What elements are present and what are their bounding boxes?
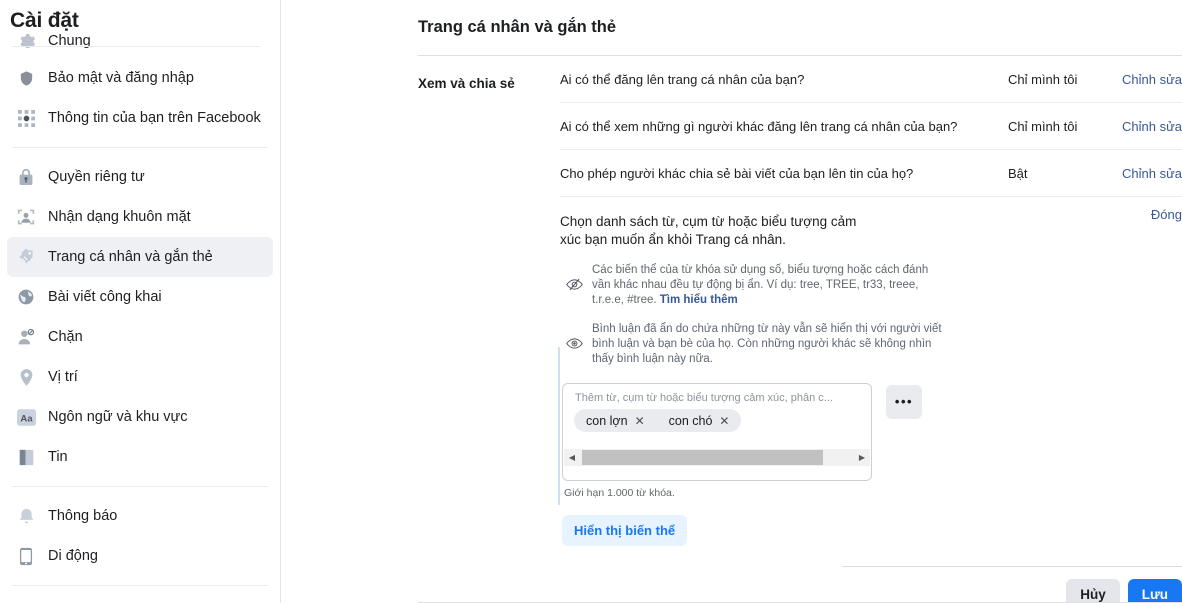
- row-question: Cho phép người khác chia sẻ bài viết của…: [560, 165, 914, 181]
- row-question: Ai có thể xem những gì người khác đăng l…: [560, 118, 958, 134]
- sidebar-divider: [12, 147, 268, 148]
- sidebar-item-label: Trang cá nhân và gắn thẻ: [48, 249, 213, 265]
- scroll-right-arrow[interactable]: ▶: [854, 449, 870, 466]
- sidebar-item-tin[interactable]: Tin: [7, 437, 273, 477]
- sidebar-item-label: Bài viết công khai: [48, 289, 162, 305]
- edit-link[interactable]: Chỉnh sửa: [1116, 119, 1182, 134]
- editor-body: Chọn danh sách từ, cụm từ hoặc biểu tượn…: [558, 197, 1182, 603]
- sidebar-item-label: Tin: [48, 449, 68, 465]
- sidebar-item-thong-bao[interactable]: Thông báo: [7, 496, 273, 536]
- sidebar-item-thong-tin-tren-facebook[interactable]: Thông tin của bạn trên Facebook: [7, 98, 273, 138]
- remove-tag-icon[interactable]: ✕: [635, 415, 645, 427]
- sidebar-item-ngon-ngu-va-khu-vuc[interactable]: Aa Ngôn ngữ và khu vực: [7, 397, 273, 437]
- sidebar-item-label: Thông tin của bạn trên Facebook: [48, 110, 261, 126]
- tag-chip: con lợn ✕: [580, 414, 651, 428]
- note-visibility: Bình luận đã ẩn do chứa những từ này vẫn…: [560, 322, 1182, 367]
- lock-icon: [15, 166, 37, 188]
- more-options-button[interactable]: •••: [886, 385, 922, 419]
- scrollbar-thumb[interactable]: [582, 450, 824, 465]
- section-label: Xem và chia sẻ: [418, 76, 515, 91]
- row-question: Ai có thể đăng lên trang cá nhân của bạn…: [560, 71, 805, 87]
- cancel-button[interactable]: Hủy: [1066, 579, 1120, 603]
- sidebar-divider: [12, 486, 268, 487]
- sidebar-item-label: Chặn: [48, 329, 83, 345]
- keyword-placeholder: Thêm từ, cụm từ hoặc biểu tượng cảm xúc,…: [575, 392, 833, 404]
- grid-dots-icon: [15, 107, 37, 129]
- table-row: Cho phép người khác chia sẻ bài viết của…: [560, 150, 1182, 197]
- mobile-phone-icon: [15, 545, 37, 567]
- editor-left-rail: [558, 347, 560, 505]
- sidebar-item-vi-tri[interactable]: Vị trí: [7, 357, 273, 397]
- sidebar-item-ung-dung-va-trang-web[interactable]: Ứng dụng và trang web: [7, 595, 273, 603]
- keyword-input-row: Thêm từ, cụm từ hoặc biểu tượng cảm xúc,…: [560, 383, 1182, 481]
- tag-icon: [15, 246, 37, 268]
- table-row: Ai có thể đăng lên trang cá nhân của bạn…: [560, 56, 1182, 103]
- note-variants: Các biến thể của từ khóa sử dụng số, biể…: [560, 263, 1182, 308]
- sidebar-item-trang-ca-nhan-va-gan-the[interactable]: Trang cá nhân và gắn thẻ: [7, 237, 273, 277]
- sidebar-item-label: Ngôn ngữ và khu vực: [48, 409, 188, 425]
- face-recognition-icon: [15, 206, 37, 228]
- tag-label: con chó: [668, 413, 713, 428]
- tag-label: con lợn: [586, 413, 628, 428]
- settings-section: Xem và chia sẻ Ai có thể đăng lên trang …: [418, 56, 1182, 603]
- sidebar-item-nhan-dang-khuon-mat[interactable]: Nhận dạng khuôn mặt: [7, 197, 273, 237]
- language-aa-icon: Aa: [15, 406, 37, 428]
- row-value: Bật: [1008, 165, 1028, 181]
- shield-icon: [15, 67, 37, 89]
- sidebar-title: Cài đặt: [10, 9, 79, 32]
- sidebar-item-label: Bảo mật và đăng nhập: [48, 70, 194, 86]
- scrollbar-track[interactable]: [580, 449, 854, 466]
- keyword-limit-text: Giới hạn 1.000 từ khóa.: [564, 487, 675, 499]
- editor-actions: Hủy Lưu: [560, 567, 1182, 603]
- sidebar-item-di-dong[interactable]: Di động: [7, 536, 273, 576]
- page-title: Trang cá nhân và gắn thẻ: [418, 18, 617, 36]
- editor-heading: Chọn danh sách từ, cụm từ hoặc biểu tượn…: [560, 214, 857, 247]
- sidebar-item-chung[interactable]: Chung: [7, 34, 273, 48]
- settings-page: Cài đặt Chung Bảo mật và đăng nhập Thông…: [0, 0, 1182, 603]
- sidebar-item-bai-viet-cong-khai[interactable]: Bài viết công khai: [7, 277, 273, 317]
- settings-rows: Ai có thể đăng lên trang cá nhân của bạn…: [558, 56, 1182, 603]
- sidebar-item-label: Di động: [48, 548, 98, 564]
- note-text: Các biến thể của từ khóa sử dụng số, biể…: [592, 263, 947, 308]
- table-row: Ai có thể xem những gì người khác đăng l…: [560, 103, 1182, 150]
- location-pin-icon: [15, 366, 37, 388]
- learn-more-link[interactable]: Tìm hiểu thêm: [660, 294, 738, 306]
- main-content: Trang cá nhân và gắn thẻ Xem và chia sẻ …: [281, 0, 1182, 603]
- tag-group: con lợn ✕ con chó ✕: [574, 409, 742, 432]
- block-user-icon: [15, 326, 37, 348]
- keyword-input-box[interactable]: Thêm từ, cụm từ hoặc biểu tượng cảm xúc,…: [562, 383, 872, 481]
- sidebar-item-chan[interactable]: Chặn: [7, 317, 273, 357]
- sidebar-item-label: Vị trí: [48, 369, 78, 385]
- sidebar-item-label: Thông báo: [48, 508, 118, 524]
- edit-link[interactable]: Chỉnh sửa: [1116, 72, 1182, 87]
- show-variants-button[interactable]: Hiển thị biến thể: [562, 515, 688, 546]
- scroll-left-arrow[interactable]: ◀: [564, 449, 580, 466]
- save-button[interactable]: Lưu: [1127, 579, 1182, 603]
- remove-tag-icon[interactable]: ✕: [719, 415, 729, 427]
- tag-chip: con chó ✕: [663, 414, 736, 428]
- sidebar-item-label: Nhận dạng khuôn mặt: [48, 209, 191, 225]
- sidebar-item-quyen-rieng-tu[interactable]: Quyền riêng tư: [7, 157, 273, 197]
- sidebar-item-bao-mat-va-dang-nhap[interactable]: Bảo mật và đăng nhập: [7, 58, 273, 98]
- bell-icon: [15, 505, 37, 527]
- hidden-words-editor: Đóng Chọn danh sách từ, cụm từ hoặc biểu…: [558, 197, 1182, 603]
- row-value: Chỉ mình tôi: [1008, 118, 1078, 134]
- settings-sidebar: Cài đặt Chung Bảo mật và đăng nhập Thông…: [0, 0, 281, 603]
- sidebar-item-label: Quyền riêng tư: [48, 169, 145, 185]
- note-body: Các biến thể của từ khóa sử dụng số, biể…: [592, 264, 929, 306]
- globe-icon: [15, 286, 37, 308]
- note-text: Bình luận đã ẩn do chứa những từ này vẫn…: [592, 323, 942, 365]
- horizontal-scrollbar[interactable]: ◀ ▶: [564, 449, 870, 466]
- eye-icon: [566, 322, 592, 351]
- edit-link[interactable]: Chỉnh sửa: [1116, 166, 1182, 181]
- svg-text:Aa: Aa: [20, 413, 33, 424]
- stories-book-icon: [15, 446, 37, 468]
- row-value: Chỉ mình tôi: [1008, 71, 1078, 87]
- sidebar-divider: [12, 585, 268, 586]
- eye-off-icon: [566, 263, 592, 292]
